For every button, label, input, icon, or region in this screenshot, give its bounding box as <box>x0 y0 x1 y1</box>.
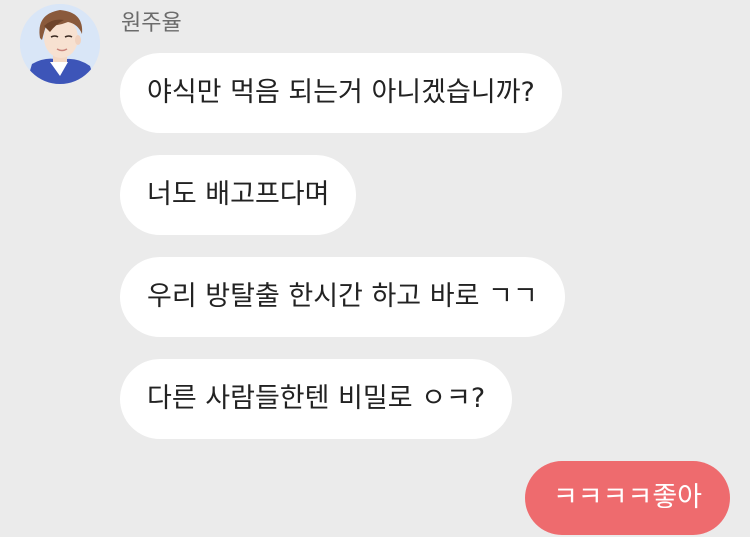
incoming-message-bubble[interactable]: 다른 사람들한텐 비밀로 ㅇㅋ? <box>120 359 513 439</box>
outgoing-message-bubble[interactable]: ㅋㅋㅋㅋ좋아 <box>524 461 730 535</box>
incoming-message-bubble[interactable]: 야식만 먹음 되는거 아니겠습니까? <box>120 53 562 133</box>
sender-name: 원주율 <box>121 11 182 36</box>
profile-avatar-icon[interactable] <box>20 4 100 84</box>
chat-view: 원주율 야식만 먹음 되는거 아니겠습니까? 너도 배고프다며 우리 방탈출 한… <box>0 0 750 537</box>
incoming-message-bubble[interactable]: 우리 방탈출 한시간 하고 바로 ㄱㄱ <box>120 257 565 337</box>
incoming-message-bubble[interactable]: 너도 배고프다며 <box>120 155 357 235</box>
